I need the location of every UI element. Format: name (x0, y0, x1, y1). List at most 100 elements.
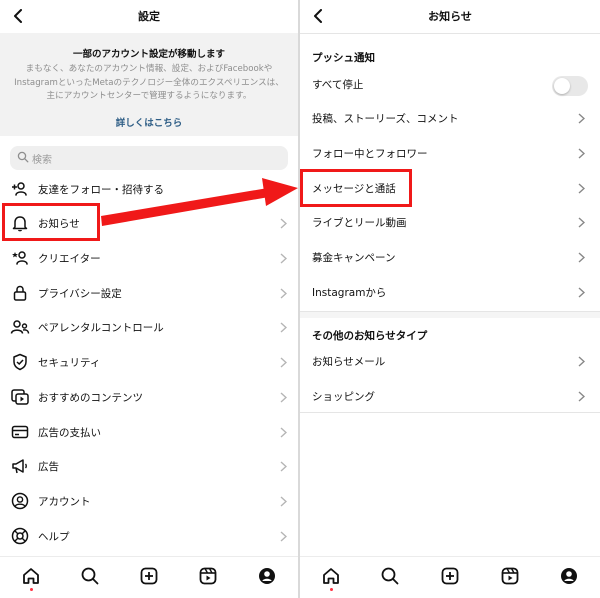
search-input[interactable]: 検索 (10, 146, 288, 170)
search-placeholder: 検索 (32, 155, 52, 166)
settings-item-label: おすすめのコンテンツ (38, 392, 143, 404)
content-icon (10, 387, 30, 407)
settings-item-creator[interactable]: クリエイター (0, 243, 298, 273)
settings-item-label: プライバシー設定 (38, 288, 122, 300)
push-item-label: 募金キャンペーン (312, 252, 396, 264)
bottom-tab-bar (300, 556, 600, 598)
settings-header: 設定 (0, 0, 298, 32)
chevron-right-icon (278, 355, 288, 369)
tab-create[interactable] (439, 565, 461, 587)
home-icon (323, 568, 339, 584)
create-icon (441, 567, 459, 585)
settings-item-label: ヘルプ (38, 531, 70, 543)
settings-item-label: クリエイター (38, 253, 101, 265)
settings-item-follow-invite[interactable]: 友達をフォロー・招待する (0, 174, 298, 204)
help-icon (10, 526, 30, 546)
bottom-tab-bar (0, 556, 298, 598)
lock-icon (10, 283, 30, 303)
settings-item-ads[interactable]: 広告 (0, 451, 298, 481)
notification-dot (330, 588, 333, 591)
tab-home[interactable] (320, 565, 342, 587)
push-item-posts-stories-comments[interactable]: 投稿、ストーリーズ、コメント (300, 103, 600, 133)
push-item-from-instagram[interactable]: Instagramから (300, 277, 600, 307)
push-item-live-reels[interactable]: ライブとリール動画 (300, 207, 600, 237)
chevron-right-icon (278, 286, 288, 300)
tab-reels[interactable] (499, 565, 521, 587)
settings-item-security[interactable]: セキュリティ (0, 347, 298, 377)
search-icon (381, 567, 399, 585)
tab-profile[interactable] (256, 565, 278, 587)
page-title: お知らせ (428, 10, 472, 23)
settings-item-ad-payments[interactable]: 広告の支払い (0, 417, 298, 447)
settings-item-label: アカウント (38, 496, 91, 508)
highlight-messages-calls (300, 169, 412, 207)
notification-dot (30, 588, 33, 591)
push-item-fundraisers[interactable]: 募金キャンペーン (300, 242, 600, 272)
profile-icon (259, 568, 275, 584)
push-item-label: 投稿、ストーリーズ、コメント (312, 113, 459, 125)
shield-icon (10, 352, 30, 372)
tab-search[interactable] (79, 565, 101, 587)
header-divider (300, 33, 600, 34)
push-item-label: フォロー中とフォロワー (312, 148, 428, 160)
chevron-right-icon (278, 494, 288, 508)
settings-item-suggested-content[interactable]: おすすめのコンテンツ (0, 382, 298, 412)
section-gap (300, 312, 600, 318)
family-icon (10, 317, 30, 337)
page-title: 設定 (138, 10, 160, 23)
other-item-label: お知らせメール (312, 356, 386, 368)
toggle-knob (554, 78, 570, 94)
notifications-header: お知らせ (300, 0, 600, 32)
chevron-right-icon (576, 389, 586, 403)
account-settings-notice: 一部のアカウント設定が移動します まもなく、あなたのアカウント情報、設定、および… (0, 33, 298, 136)
settings-screen: 設定 一部のアカウント設定が移動します まもなく、あなたのアカウント情報、設定、… (0, 0, 298, 598)
chevron-right-icon (278, 390, 288, 404)
settings-item-account[interactable]: アカウント (0, 486, 298, 516)
tab-profile[interactable] (558, 565, 580, 587)
settings-item-label: ペアレンタルコントロール (38, 322, 164, 334)
chevron-right-icon (576, 250, 586, 264)
tab-search[interactable] (379, 565, 401, 587)
creator-icon (10, 248, 30, 268)
other-section-title: その他のお知らせタイプ (312, 330, 428, 342)
push-item-following-followers[interactable]: フォロー中とフォロワー (300, 138, 600, 168)
settings-item-label: 広告 (38, 461, 59, 473)
highlight-notifications (2, 203, 100, 241)
account-icon (10, 491, 30, 511)
settings-item-parental-control[interactable]: ペアレンタルコントロール (0, 312, 298, 342)
settings-item-label: セキュリティ (38, 357, 101, 369)
chevron-right-icon (576, 215, 586, 229)
add-person-icon (10, 179, 30, 199)
tab-create[interactable] (138, 565, 160, 587)
chevron-right-icon (278, 459, 288, 473)
megaphone-icon (10, 456, 30, 476)
push-section-title: プッシュ通知 (312, 52, 375, 64)
other-item-label: ショッピング (312, 391, 375, 403)
learn-more-link[interactable]: 詳しくはこちら (0, 115, 298, 129)
search-icon (17, 151, 29, 163)
notice-title: 一部のアカウント設定が移動します (72, 49, 225, 60)
settings-item-label: 広告の支払い (38, 427, 101, 439)
notice-body: まもなく、あなたのアカウント情報、設定、およびFacebookやInstagra… (14, 64, 284, 101)
settings-item-help[interactable]: ヘルプ (0, 521, 298, 551)
pause-all-toggle[interactable] (552, 76, 588, 96)
push-item-label: ライブとリール動画 (312, 217, 407, 229)
chevron-right-icon (576, 111, 586, 125)
tab-home[interactable] (20, 565, 42, 587)
chevron-right-icon (278, 529, 288, 543)
pause-all-label: すべて停止 (312, 79, 364, 91)
pause-all-row: すべて停止 (300, 69, 600, 99)
chevron-right-icon (278, 251, 288, 265)
home-icon (23, 568, 39, 584)
chevron-right-icon (576, 181, 586, 195)
other-item-shopping[interactable]: ショッピング (300, 381, 600, 411)
create-icon (140, 567, 158, 585)
notifications-screen: お知らせ プッシュ通知 すべて停止 投稿、ストーリーズ、コメント フォロー中とフ… (300, 0, 600, 598)
other-item-email[interactable]: お知らせメール (300, 346, 600, 376)
settings-item-privacy[interactable]: プライバシー設定 (0, 278, 298, 308)
tab-reels[interactable] (197, 565, 219, 587)
profile-icon (561, 568, 577, 584)
reels-icon (501, 567, 519, 585)
chevron-right-icon (576, 354, 586, 368)
search-icon (81, 567, 99, 585)
